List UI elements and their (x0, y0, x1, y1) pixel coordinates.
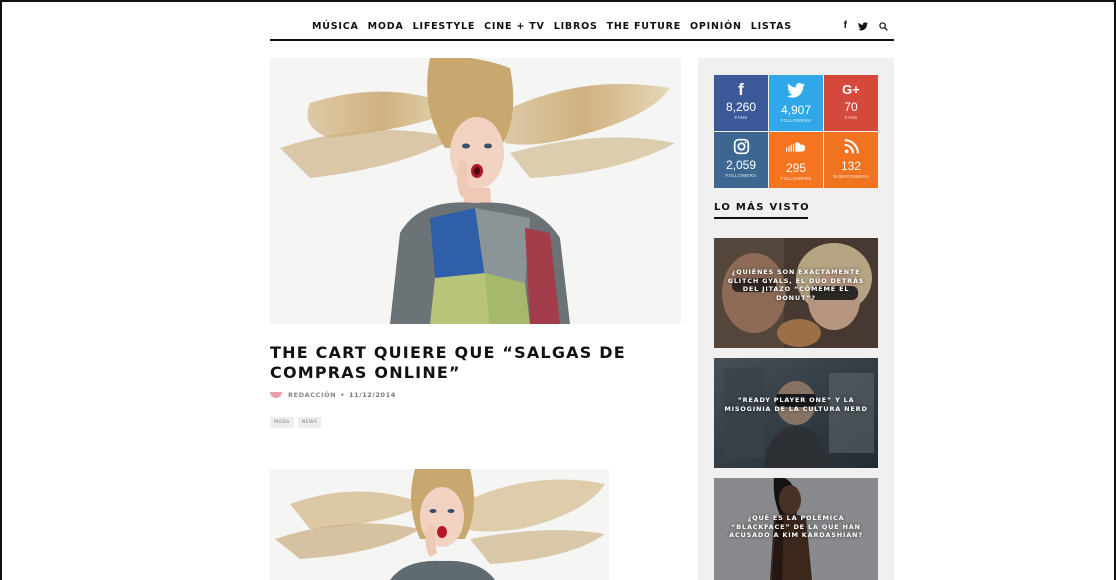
sidebar: f 8,260 FANS 4,907 FOLLOWERS G+ 70 FANS … (698, 58, 894, 580)
meta-separator: • (340, 391, 345, 399)
rss-icon (824, 139, 878, 159)
twitter-icon (769, 83, 823, 103)
nav-item-libros[interactable]: LIBROS (554, 21, 598, 32)
nav-item-opinion[interactable]: OPINIÓN (690, 21, 742, 32)
soundcloud-icon (769, 141, 823, 161)
google-plus-count: 70 (844, 100, 858, 114)
post-author[interactable]: REDACCIÓN (288, 391, 336, 399)
post-title[interactable]: THE CART QUIERE QUE “SALGAS DE COMPRAS O… (270, 343, 670, 383)
social-tile-instagram[interactable]: 2,059 FOLLOWERS (714, 132, 768, 188)
post-featured-image[interactable] (270, 58, 681, 324)
nav-menu: MÚSICA MODA LIFESTYLE CINE + TV LIBROS T… (312, 21, 792, 32)
google-plus-icon: G+ (842, 82, 860, 97)
twitter-icon[interactable] (858, 21, 868, 31)
twitter-count: 4,907 (780, 103, 812, 117)
popular-post-2-image (714, 358, 878, 468)
instagram-icon (714, 138, 768, 158)
main-navigation: MÚSICA MODA LIFESTYLE CINE + TV LIBROS T… (270, 14, 894, 41)
tag-moda[interactable]: MODA (270, 417, 294, 428)
nav-item-moda[interactable]: MODA (368, 21, 404, 32)
nav-item-musica[interactable]: MÚSICA (312, 21, 359, 32)
facebook-count: 8,260 (725, 100, 757, 114)
social-counter-grid: f 8,260 FANS 4,907 FOLLOWERS G+ 70 FANS … (714, 75, 878, 188)
social-tile-twitter[interactable]: 4,907 FOLLOWERS (769, 75, 823, 131)
facebook-icon[interactable]: f (844, 20, 847, 32)
post-meta: REDACCIÓN • 11/12/2014 (270, 391, 396, 399)
next-post-image[interactable] (270, 469, 609, 580)
rss-label: SUBSCRIBERS (833, 174, 869, 179)
most-viewed-underline (714, 217, 808, 219)
google-plus-label: FANS (844, 115, 858, 120)
instagram-label: FOLLOWERS (725, 173, 757, 178)
twitter-label: FOLLOWERS (780, 118, 812, 123)
nav-item-cine-tv[interactable]: CINE + TV (484, 21, 545, 32)
post-date: 11/12/2014 (348, 391, 396, 399)
soundcloud-label: FOLLOWERS (780, 176, 812, 181)
tag-news[interactable]: NEWS (297, 417, 322, 428)
popular-post-1[interactable]: ¿QUIÉNES SON EXACTAMENTE GLITCH GYALS, E… (714, 238, 878, 348)
social-tile-soundcloud[interactable]: 295 FOLLOWERS (769, 132, 823, 188)
popular-post-2-title: “READY PLAYER ONE” Y LA MISOGINIA DE LA … (724, 396, 868, 413)
popular-post-3[interactable]: ¿QUÉ ES LA POLÉMICA “BLACKFACE” DE LA QU… (714, 478, 878, 580)
soundcloud-count: 295 (785, 161, 807, 175)
nav-item-listas[interactable]: LISTAS (751, 21, 792, 32)
popular-post-2[interactable]: “READY PLAYER ONE” Y LA MISOGINIA DE LA … (714, 358, 878, 468)
popular-post-3-title: ¿QUÉ ES LA POLÉMICA “BLACKFACE” DE LA QU… (729, 514, 863, 539)
facebook-icon: f (738, 80, 744, 99)
nav-social-icons: f (844, 20, 888, 32)
search-icon[interactable] (879, 21, 888, 31)
most-viewed-heading: LO MÁS VISTO (714, 202, 810, 213)
popular-post-1-title: ¿QUIÉNES SON EXACTAMENTE GLITCH GYALS, E… (727, 268, 865, 302)
social-tile-facebook[interactable]: f 8,260 FANS (714, 75, 768, 131)
nav-item-the-future[interactable]: THE FUTURE (607, 21, 681, 32)
author-avatar-icon (270, 392, 282, 398)
social-tile-google-plus[interactable]: G+ 70 FANS (824, 75, 878, 131)
facebook-label: FANS (734, 115, 748, 120)
social-tile-rss[interactable]: 132 SUBSCRIBERS (824, 132, 878, 188)
post-tags: MODA NEWS (270, 417, 322, 428)
nav-item-lifestyle[interactable]: LIFESTYLE (413, 21, 476, 32)
rss-count: 132 (840, 159, 862, 173)
instagram-count: 2,059 (725, 158, 757, 172)
